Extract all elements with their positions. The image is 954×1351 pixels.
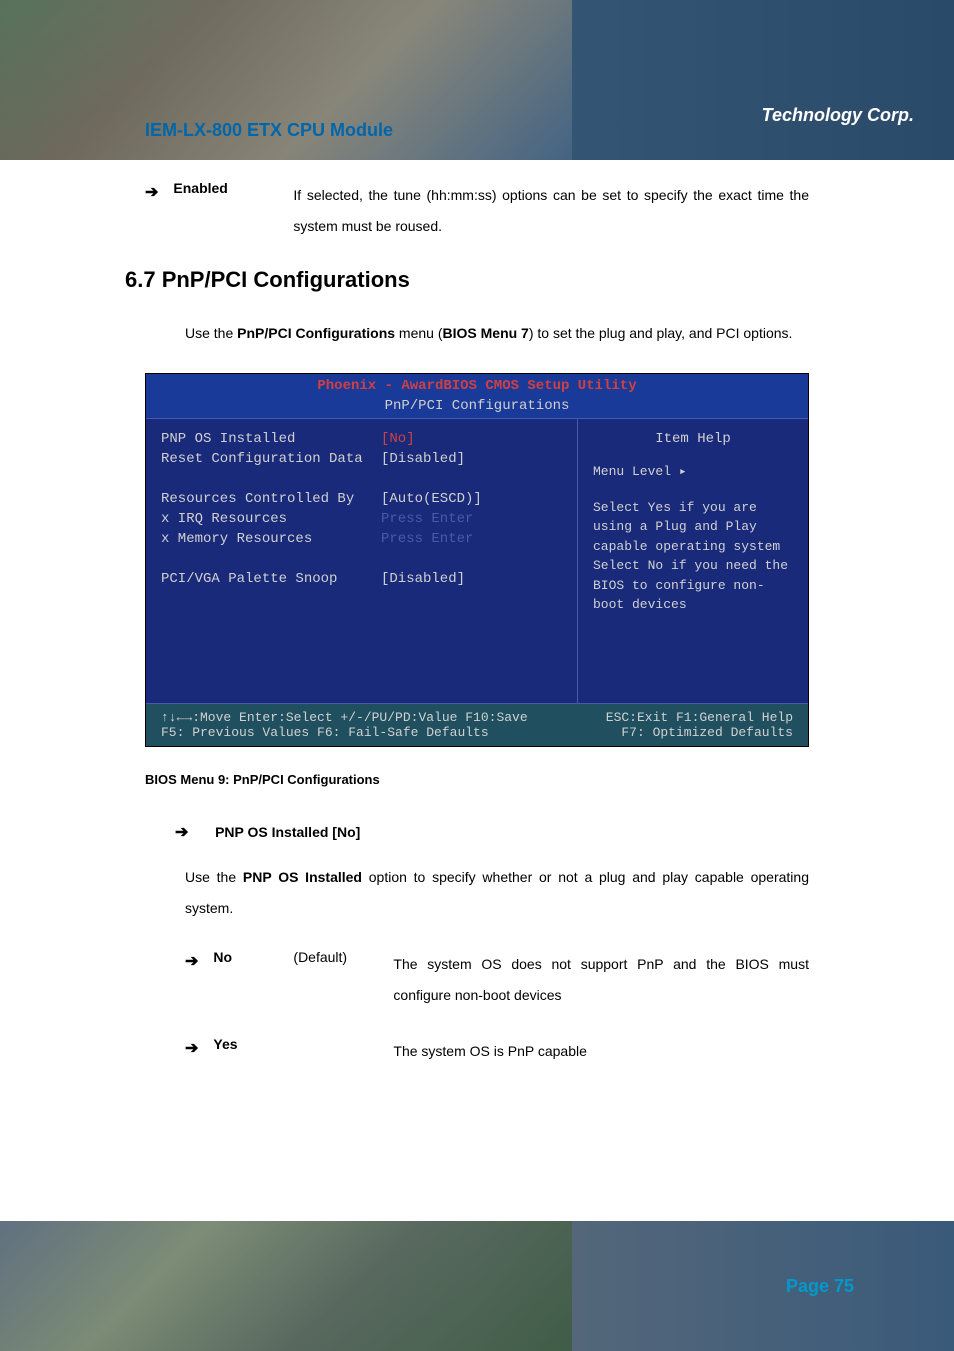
header-banner: Technology Corp. IEM-LX-800 ETX CPU Modu… — [0, 0, 954, 160]
option-desc: The system OS is PnP capable — [393, 1036, 809, 1067]
bios-screenshot: Phoenix - AwardBIOS CMOS Setup Utility P… — [145, 373, 809, 747]
bios-menu-level: Menu Level ▸ — [593, 462, 793, 482]
figure-caption: BIOS Menu 9: PnP/PCI Configurations — [145, 772, 809, 787]
intro-bold: BIOS Menu 7 — [443, 325, 529, 341]
section-intro: Use the PnP/PCI Configurations menu (BIO… — [185, 318, 809, 349]
bios-item: Reset Configuration Data — [161, 451, 381, 467]
product-title: IEM-LX-800 ETX CPU Module — [145, 120, 393, 141]
bios-value: [Auto(ESCD)] — [381, 491, 482, 507]
bios-subtitle: PnP/PCI Configurations — [146, 398, 808, 418]
option-row: ➔ No (Default) The system OS does not su… — [185, 949, 809, 1011]
option-row: ➔ Yes The system OS is PnP capable — [185, 1036, 809, 1067]
option-desc: If selected, the tune (hh:mm:ss) options… — [293, 180, 809, 242]
bios-value: [Disabled] — [381, 451, 465, 467]
option-label: Enabled — [173, 180, 293, 196]
arrow-icon: ➔ — [185, 951, 198, 971]
company-label: Technology Corp. — [762, 105, 914, 126]
section-heading: 6.7 PnP/PCI Configurations — [125, 267, 809, 293]
bios-value: [Disabled] — [381, 571, 465, 587]
sub-option-label: PNP OS Installed [No] — [215, 824, 360, 840]
intro-text: menu ( — [395, 325, 442, 341]
option-default: (Default) — [293, 949, 393, 965]
arrow-icon: ➔ — [185, 1038, 198, 1058]
footer-banner: Page 75 — [0, 1221, 954, 1351]
bios-title: Phoenix - AwardBIOS CMOS Setup Utility — [146, 374, 808, 398]
bios-help-title: Item Help — [593, 431, 793, 447]
bios-footer-text: ESC:Exit F1:General Help — [606, 710, 793, 725]
page-number: Page 75 — [786, 1276, 854, 1297]
bios-help-panel: Item Help Menu Level ▸ Select Yes if you… — [578, 418, 808, 703]
footer-image — [0, 1221, 572, 1351]
bios-footer-text: ↑↓←→:Move Enter:Select +/-/PU/PD:Value F… — [161, 710, 528, 725]
bios-value: [No] — [381, 431, 415, 447]
bios-item: x IRQ Resources — [161, 511, 381, 527]
option-label: No — [213, 949, 293, 965]
bios-content: PNP OS Installed[No] Reset Configuration… — [146, 418, 808, 703]
option-list: ➔ No (Default) The system OS does not su… — [185, 949, 809, 1066]
bios-item: PNP OS Installed — [161, 431, 381, 447]
main-content: ➔ Enabled If selected, the tune (hh:mm:s… — [0, 160, 954, 1066]
prev-option-row: ➔ Enabled If selected, the tune (hh:mm:s… — [145, 180, 809, 242]
bios-help-text: Select Yes if you are using a Plug and P… — [593, 498, 793, 615]
intro-bold: PnP/PCI Configurations — [237, 325, 395, 341]
intro-text: Use the — [185, 869, 243, 885]
sub-option-intro: Use the PNP OS Installed option to speci… — [185, 862, 809, 924]
bios-footer: ↑↓←→:Move Enter:Select +/-/PU/PD:Value F… — [146, 703, 808, 746]
arrow-icon: ➔ — [145, 182, 158, 202]
bios-item: PCI/VGA Palette Snoop — [161, 571, 381, 587]
intro-text: Use the — [185, 325, 237, 341]
bios-footer-text: F7: Optimized Defaults — [621, 725, 793, 740]
bios-value: Press Enter — [381, 511, 473, 527]
option-label: Yes — [213, 1036, 293, 1052]
option-desc: The system OS does not support PnP and t… — [393, 949, 809, 1011]
bios-left-panel: PNP OS Installed[No] Reset Configuration… — [146, 418, 578, 703]
arrow-icon: ➔ — [175, 824, 188, 841]
intro-bold: PNP OS Installed — [243, 869, 362, 885]
intro-text: ) to set the plug and play, and PCI opti… — [529, 325, 793, 341]
sub-option-heading: ➔ PNP OS Installed [No] — [175, 822, 809, 842]
bios-item: x Memory Resources — [161, 531, 381, 547]
bios-value: Press Enter — [381, 531, 473, 547]
bios-footer-text: F5: Previous Values F6: Fail-Safe Defaul… — [161, 725, 489, 740]
bios-item: Resources Controlled By — [161, 491, 381, 507]
